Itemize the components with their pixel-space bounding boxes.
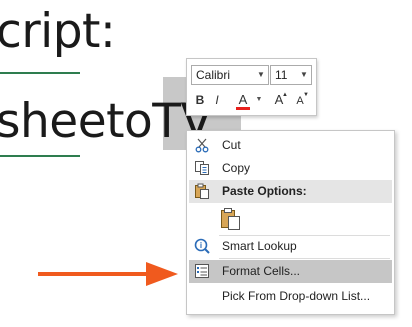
font-color-bar	[236, 107, 250, 110]
paste-options-header: Paste Options:	[189, 180, 392, 203]
smart-lookup-icon: i	[194, 238, 210, 254]
font-color-dropdown[interactable]: ▼	[255, 91, 263, 109]
bold-label: B	[195, 93, 205, 107]
underline-1	[0, 72, 80, 74]
copy-icon	[194, 160, 210, 176]
menu-item-smart-lookup-label: Smart Lookup	[222, 239, 297, 253]
paste-options-icon	[194, 183, 210, 199]
svg-text:i: i	[200, 241, 202, 250]
font-name-dropdown[interactable]: Calibri ▼	[191, 65, 269, 85]
font-name-value: Calibri	[196, 68, 231, 82]
font-color-letter: A	[238, 92, 248, 107]
down-triangle-icon: ▼	[303, 92, 309, 98]
paste-options-label: Paste Options:	[222, 184, 307, 198]
menu-item-smart-lookup[interactable]: i Smart Lookup	[189, 235, 392, 258]
chevron-down-icon: ▼	[257, 70, 265, 79]
menu-item-format-cells[interactable]: Format Cells...	[189, 260, 392, 283]
background-line-1: cript:	[0, 4, 116, 59]
italic-button[interactable]: I	[211, 91, 223, 109]
up-triangle-icon: ▲	[282, 92, 288, 98]
menu-item-copy[interactable]: Copy	[189, 157, 392, 180]
menu-item-copy-label: Copy	[222, 161, 251, 175]
font-size-dropdown[interactable]: 11 ▼	[270, 65, 312, 85]
underline-2	[0, 155, 80, 157]
shrink-font-button[interactable]: A ▼	[293, 91, 309, 109]
chevron-down-icon: ▼	[255, 96, 263, 103]
font-size-value: 11	[275, 68, 288, 82]
menu-separator	[219, 258, 390, 259]
bold-button[interactable]: B	[193, 91, 207, 109]
menu-item-cut[interactable]: Cut	[189, 134, 392, 157]
paste-icon	[220, 207, 242, 236]
mini-toolbar: Calibri ▼ 11 ▼ B I A ▼ A ▲ A ▼	[186, 58, 317, 116]
menu-item-cut-label: Cut	[222, 138, 241, 152]
scissors-icon	[194, 137, 210, 153]
format-cells-icon	[194, 263, 210, 279]
menu-item-format-cells-label: Format Cells...	[222, 264, 301, 278]
grow-font-button[interactable]: A ▲	[271, 91, 288, 109]
pointer-arrow-icon	[38, 262, 178, 286]
menu-item-pick-from-list[interactable]: Pick From Drop-down List...	[189, 285, 392, 308]
context-menu: Cut Copy Paste Options: i Smart Lookup F…	[186, 130, 395, 315]
italic-label: I	[215, 93, 219, 107]
chevron-down-icon: ▼	[300, 70, 308, 79]
font-color-button[interactable]: A	[235, 91, 251, 110]
paste-button[interactable]	[217, 205, 245, 231]
background-line-2: sheetoTV	[0, 94, 213, 149]
menu-item-pick-from-list-label: Pick From Drop-down List...	[222, 289, 371, 303]
